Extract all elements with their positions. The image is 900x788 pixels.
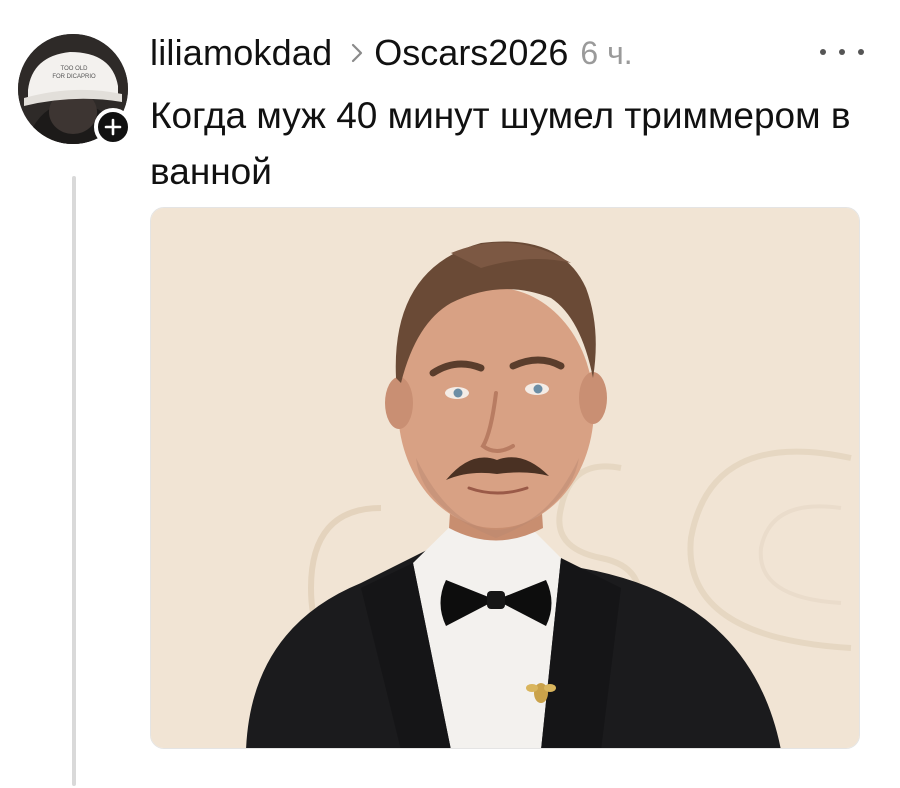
post-header: liliamokdad Oscars2026 6 ч. — [150, 28, 633, 78]
plus-icon — [104, 118, 122, 136]
community-link[interactable]: Oscars2026 — [374, 32, 568, 74]
post-image[interactable] — [150, 207, 860, 749]
follow-button[interactable] — [94, 108, 132, 146]
more-options-button[interactable] — [820, 40, 864, 64]
username-link[interactable]: liliamokdad — [150, 32, 332, 74]
thread-line — [72, 176, 76, 786]
more-dot — [839, 49, 845, 55]
more-dot — [858, 49, 864, 55]
post-text: Когда муж 40 минут шумел триммером в ван… — [150, 95, 851, 192]
post-photo — [151, 208, 859, 748]
svg-text:TOO OLD: TOO OLD — [61, 66, 89, 72]
more-horizontal-icon — [820, 49, 826, 55]
svg-text:FOR DICAPRIO: FOR DICAPRIO — [52, 74, 96, 80]
chevron-right-icon — [350, 42, 364, 64]
post-timestamp: 6 ч. — [580, 34, 633, 71]
